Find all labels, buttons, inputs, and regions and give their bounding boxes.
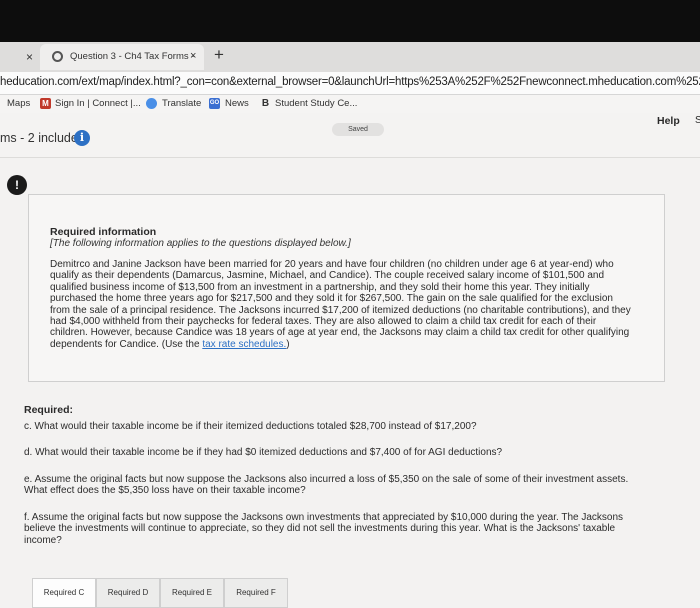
- news-icon: GO: [209, 98, 220, 109]
- question-d: d. What would their taxable income be if…: [24, 447, 503, 458]
- address-bar-url[interactable]: heducation.com/ext/map/index.html?_con=c…: [0, 76, 700, 88]
- tab-required-e[interactable]: Required E: [160, 578, 224, 608]
- bookmark-student-study[interactable]: Student Study Ce...: [275, 98, 357, 109]
- bookmark-maps[interactable]: Maps: [7, 98, 30, 109]
- translate-icon: [146, 98, 157, 109]
- tab-required-f[interactable]: Required F: [224, 578, 288, 608]
- tab-close-icon[interactable]: ×: [190, 50, 196, 62]
- connect-logo-icon: M: [40, 98, 51, 109]
- header-divider: [0, 157, 700, 158]
- tab-required-d[interactable]: Required D: [96, 578, 160, 608]
- study-center-icon: B: [261, 98, 270, 109]
- question-e: e. Assume the original facts but now sup…: [24, 474, 629, 497]
- tab-required-c[interactable]: Required C: [32, 578, 96, 608]
- required-information-title: Required information: [50, 226, 157, 238]
- required-information-subtitle: [The following information applies to th…: [50, 238, 351, 249]
- required-heading: Required:: [24, 404, 74, 416]
- scenario-text-end: ): [286, 338, 290, 350]
- question-f: f. Assume the original facts but now sup…: [24, 512, 624, 546]
- help-button[interactable]: Help: [657, 115, 680, 127]
- bookmark-news[interactable]: News: [225, 98, 249, 109]
- alert-icon: !: [7, 175, 27, 195]
- required-information-body: Demitrco and Janine Jackson have been ma…: [50, 259, 634, 350]
- header-edge-link[interactable]: S: [695, 115, 700, 126]
- tab-favicon-icon: [52, 51, 63, 62]
- scenario-text: Demitrco and Janine Jackson have been ma…: [50, 259, 631, 350]
- browser-tab-title[interactable]: Question 3 - Ch4 Tax Forms -: [70, 51, 194, 62]
- info-icon[interactable]: i: [74, 130, 90, 146]
- saved-status-badge: Saved: [332, 123, 384, 136]
- bookmark-translate[interactable]: Translate: [162, 98, 201, 109]
- previous-tab-close-icon[interactable]: ×: [26, 50, 33, 64]
- tax-rate-schedules-link[interactable]: tax rate schedules.: [202, 339, 286, 350]
- bookmark-connect[interactable]: Sign In | Connect |...: [55, 98, 141, 109]
- items-included-label: ms - 2 included: [0, 131, 85, 145]
- question-c: c. What would their taxable income be if…: [24, 421, 477, 432]
- screen-top-bar: [0, 0, 700, 42]
- new-tab-button[interactable]: +: [214, 45, 224, 65]
